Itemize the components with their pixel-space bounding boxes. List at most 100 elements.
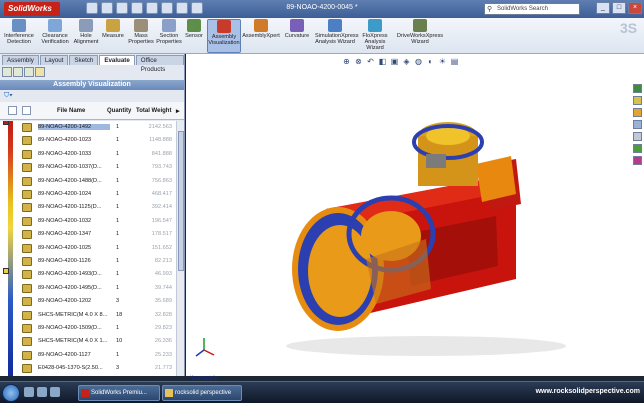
filter-icon[interactable]: ⛉▾ — [4, 92, 13, 100]
feature-manager-icon[interactable] — [2, 67, 12, 77]
component-name: 89-NOAO-4200-1032 — [38, 217, 92, 224]
component-weight: 29.823 — [154, 325, 172, 331]
table-row[interactable]: 89-NOAO-4200-1125(D... 1 392.414 — [16, 201, 176, 214]
tab-evaluate[interactable]: Evaluate — [99, 55, 135, 65]
part-icon — [22, 270, 32, 280]
table-row[interactable]: 89-NOAO-4200-1023 1 1148.888 — [16, 134, 176, 147]
search-input[interactable]: ⚲ SolidWorks Search — [484, 3, 580, 15]
switch-windows-icon[interactable] — [37, 387, 47, 397]
table-row[interactable]: 89-NOAO-4200-1126 1 82.213 — [16, 255, 176, 268]
assembly-model[interactable] — [186, 54, 644, 376]
search-placeholder: SolidWorks Search — [497, 6, 548, 12]
color-slider-top-icon[interactable] — [3, 121, 9, 125]
ribbon-button-sensor[interactable]: Sensor — [184, 19, 204, 53]
component-list: 89-NOAO-4200-1492 1 2142.563 89-NOAO-4200-1… — [0, 121, 184, 376]
ribbon-button-assemblyxpert[interactable]: AssemblyXpert — [242, 19, 280, 53]
solidworks-brand-icon: 3S — [620, 20, 638, 36]
component-quantity: 1 — [116, 325, 120, 331]
part-icon — [22, 350, 32, 360]
component-name: 89-NOAO-4200-1033 — [38, 150, 92, 157]
ribbon-button-driveworksxpress[interactable]: DriveWorksXpress Wizard — [396, 19, 444, 53]
graphics-area[interactable]: ⊕ ⊗ ↶ ◧ ▣ ◈ ◍ ◐ ☀ ▤ — [186, 54, 644, 376]
table-row[interactable]: 89-NOAO-4200-1033 1 841.888 — [16, 148, 176, 161]
table-row[interactable]: E0428-045-1370-S(2.50... 3 21.773 — [16, 362, 176, 375]
maximize-button[interactable]: □ — [612, 2, 626, 14]
component-weight: 82.213 — [154, 258, 172, 264]
component-name: 89-NOAO-4200-1037(D... — [38, 164, 102, 171]
table-row[interactable]: 89-NOAO-4200-1202 3 35.689 — [16, 295, 176, 308]
table-row[interactable]: SHCS-METRIC(M 4.0 X 8... 18 32.828 — [16, 309, 176, 322]
column-file-name[interactable]: File Name — [57, 108, 85, 114]
taskbar-item-solidworks[interactable]: SolidWorks Premiu... — [78, 385, 160, 401]
ribbon-button-curvature[interactable]: Curvature — [282, 19, 312, 53]
ribbon-button-assembly[interactable]: Assembly Visualization — [207, 19, 241, 53]
component-quantity: 1 — [116, 284, 120, 291]
component-name: 89-NOAO-4200-1202 — [38, 298, 92, 305]
show-desktop-icon[interactable] — [24, 387, 34, 397]
configuration-manager-icon[interactable] — [24, 67, 34, 77]
component-name: SHCS-METRIC(M 4.0 X 8... — [38, 311, 108, 318]
ribbon-button-floxpress[interactable]: FloXpress Analysis Wizard — [357, 19, 393, 53]
tab-assembly[interactable]: Assembly — [2, 55, 39, 65]
tab-layout[interactable]: Layout — [39, 55, 69, 65]
table-row[interactable]: 89-NOAO-4200-1488(D... 1 756.863 — [16, 175, 176, 188]
part-icon — [22, 163, 32, 173]
ribbon-button-interference[interactable]: Interference Detection — [2, 19, 36, 53]
column-quantity[interactable]: Quantity — [107, 108, 131, 114]
table-row[interactable]: SHCS-METRIC(M 4.0 X 1... 10 26.336 — [16, 335, 176, 348]
ribbon-button-label: Analysis Wizard — [315, 39, 355, 45]
part-icon — [22, 216, 32, 226]
minimize-button[interactable]: _ — [596, 2, 610, 14]
component-name: 89-NOAO-4200-1495(D... — [38, 284, 102, 291]
component-weight: 178.517 — [151, 231, 172, 238]
start-button[interactable] — [2, 384, 20, 402]
table-row[interactable]: 89-NOAO-4200-1127 1 25.233 — [16, 349, 176, 362]
ribbon-button-section[interactable]: Section Properties — [154, 19, 184, 53]
part-icon — [22, 324, 32, 333]
ribbon-button-mass[interactable]: Mass Properties — [128, 19, 154, 53]
component-weight: 196.547 — [151, 217, 172, 224]
side-block — [476, 156, 516, 202]
bracket — [426, 154, 446, 168]
table-row[interactable]: 89-NOAO-4200-1492 1 2142.563 — [16, 121, 176, 134]
table-row[interactable]: 89-NOAO-4200-1025 1 151.652 — [16, 242, 176, 255]
solidworks-icon — [81, 389, 89, 397]
ribbon-button-hole[interactable]: Hole Alignment — [73, 19, 99, 53]
ribbon-button-label: Detection — [7, 39, 31, 45]
table-row[interactable]: 89-NOAO-4200-1493(D... 1 46.993 — [16, 268, 176, 281]
column-options-icon[interactable] — [8, 106, 17, 115]
table-row[interactable]: 89-NOAO-4200-1037(D... 1 793.743 — [16, 161, 176, 174]
ribbon-button-measure[interactable]: Measure — [100, 19, 126, 53]
taskbar-item-folder[interactable]: rocksolid perspective — [162, 385, 242, 401]
close-button[interactable]: × — [628, 2, 642, 14]
tab-sketch[interactable]: Sketch — [69, 55, 99, 65]
component-weight: 32.828 — [154, 311, 172, 318]
table-row[interactable]: 89-NOAO-4200-1495(D... 1 39.744 — [16, 282, 176, 295]
property-manager-icon[interactable] — [13, 67, 23, 77]
mass-icon — [134, 19, 148, 32]
list-scrollbar[interactable] — [176, 121, 184, 376]
column-more-icon[interactable]: ▸ — [176, 107, 180, 115]
column-toggle-icon[interactable] — [22, 106, 31, 115]
component-quantity: 1 — [116, 177, 120, 184]
assembly-visualization-icon — [217, 20, 231, 33]
assembly-visualization-tab-icon[interactable] — [35, 67, 45, 77]
curvature-icon — [290, 19, 304, 32]
table-row[interactable]: 89-NOAO-4200-1347 1 178.517 — [16, 228, 176, 241]
table-row[interactable]: 89-NOAO-4200-1024 1 468.417 — [16, 188, 176, 201]
table-row[interactable]: 89-NOAO-4200-1509(D... 1 29.823 — [16, 322, 176, 335]
scrollbar-thumb[interactable] — [178, 131, 184, 271]
component-weight: 39.744 — [154, 284, 172, 291]
component-quantity: 1 — [116, 191, 120, 197]
ribbon-button-clearance[interactable]: Clearance Verification — [38, 19, 72, 53]
component-weight: 1148.888 — [149, 137, 172, 144]
browser-icon[interactable] — [50, 387, 60, 397]
table-row[interactable]: 89-NOAO-4200-1032 1 196.547 — [16, 215, 176, 228]
title-bar: SolidWorks 89-NOAO-4200-0045 * ⚲ SolidWo… — [0, 0, 644, 18]
column-total-weight[interactable]: Total Weight — [136, 108, 171, 114]
ribbon-button-simulationxpress[interactable]: SimulationXpress Analysis Wizard — [315, 19, 359, 53]
color-slider-mid-icon[interactable] — [3, 268, 9, 274]
component-quantity: 1 — [116, 258, 120, 264]
component-weight: 25.233 — [154, 351, 172, 358]
tab-office-products[interactable]: Office Products — [135, 55, 184, 73]
